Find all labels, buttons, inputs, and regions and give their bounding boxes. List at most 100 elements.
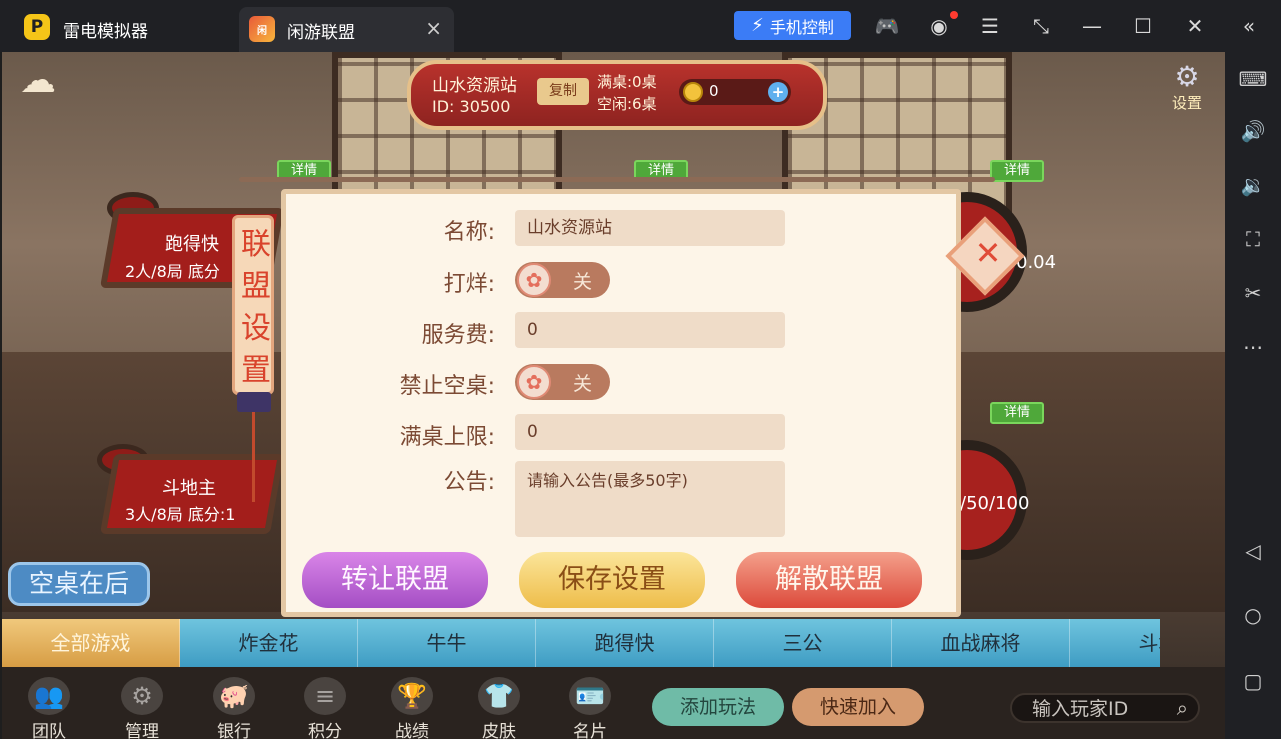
search-icon[interactable]: ⌕ <box>1177 696 1188 720</box>
coin-icon <box>683 82 703 102</box>
save-settings-button[interactable]: 保存设置 <box>519 552 705 608</box>
close-x-icon[interactable]: ✕ <box>968 233 1008 273</box>
table-info: 2人/8局 底分 <box>125 262 220 281</box>
game-viewport: ☁ 山水资源站 ID: 30500 复制 满桌:0桌 空闲:6桌 0 + ⚙ 设… <box>2 52 1225 739</box>
tables-idle-count: 空闲:6桌 <box>597 95 657 113</box>
notice-textarea[interactable]: 请输入公告(最多50字) <box>515 461 785 537</box>
add-coins-button[interactable]: + <box>768 82 788 102</box>
fullscreen-icon[interactable]: ⛶ <box>1237 224 1269 254</box>
settings-label: 设置 <box>1171 94 1202 112</box>
full-table-limit-field[interactable]: 0 <box>515 414 785 450</box>
app-tab[interactable]: 闲 闲游联盟 × <box>239 7 454 52</box>
dock-team[interactable]: 👥 团队 <box>14 677 84 739</box>
game-category-tabs: 全部游戏 炸金花 牛牛 跑得快 三公 血战麻将 斗地 <box>2 619 1160 667</box>
settings-button[interactable]: ⚙ 设置 <box>1167 60 1207 113</box>
add-play-button[interactable]: 添加玩法 <box>652 688 784 726</box>
more-icon[interactable]: ⋯ <box>1237 332 1269 362</box>
maximize-icon[interactable]: ☐ <box>1130 13 1156 39</box>
notification-dot <box>950 11 958 19</box>
player-search: ⌕ <box>1010 693 1200 723</box>
tab-title: 闲游联盟 <box>287 23 355 43</box>
dock-card[interactable]: 🪪 名片 <box>555 677 625 739</box>
modal-title: 联盟设置 <box>241 227 271 388</box>
dock-manage[interactable]: ⚙ 管理 <box>107 677 177 739</box>
coin-value: 0 <box>709 82 719 100</box>
menu-icon[interactable]: ☰ <box>977 13 1003 39</box>
empty-tables-last-button[interactable]: 空桌在后 <box>8 562 150 606</box>
scroll-cap <box>237 392 271 412</box>
emulator-titlebar: P 雷电模拟器 闲 闲游联盟 × ⚡ 手机控制 🎮 ◉ ☰ ⤡ — ☐ ✕ « <box>0 0 1281 52</box>
tab-doudizhu[interactable]: 斗地 <box>1070 619 1161 667</box>
flower-icon: ✿ <box>517 263 551 297</box>
transfer-alliance-button[interactable]: 转让联盟 <box>302 552 488 608</box>
player-id-input[interactable] <box>1032 697 1172 721</box>
close-icon[interactable]: ✕ <box>1182 13 1208 39</box>
gear-icon: ⚙ <box>1174 60 1200 93</box>
dissolve-alliance-button[interactable]: 解散联盟 <box>736 552 922 608</box>
no-empty-table-label: 禁止空桌: <box>399 374 495 399</box>
dock-label: 皮肤 <box>482 722 516 739</box>
detail-badge[interactable]: 详情 <box>990 402 1044 424</box>
back-icon[interactable]: ◁ <box>1237 536 1269 566</box>
phone-control-button[interactable]: ⚡ 手机控制 <box>734 11 851 40</box>
modal-hanging-rod <box>239 177 995 182</box>
closed-toggle-state: 关 <box>573 271 593 293</box>
dock-points[interactable]: ≡ 积分 <box>290 677 360 739</box>
scroll-tassel <box>252 412 255 502</box>
recents-icon[interactable]: ▢ <box>1237 666 1269 696</box>
dock-label: 战绩 <box>395 722 429 739</box>
piggy-bank-icon: 🐖 <box>213 677 255 715</box>
full-table-limit-label: 满桌上限: <box>399 425 495 450</box>
home-icon[interactable]: ○ <box>1237 600 1269 630</box>
keyboard-icon[interactable]: ⌨ <box>1237 64 1269 94</box>
gamepad-icon[interactable]: 🎮 <box>874 13 900 39</box>
copy-button[interactable]: 复制 <box>537 78 589 105</box>
dock-record[interactable]: 🏆 战绩 <box>377 677 447 739</box>
no-empty-table-state: 关 <box>573 373 593 395</box>
name-label: 名称: <box>443 220 495 245</box>
team-icon: 👥 <box>28 677 70 715</box>
collapse-icon[interactable]: « <box>1236 13 1262 39</box>
tab-xuezhan-mahjong[interactable]: 血战麻将 <box>892 619 1070 667</box>
table-info: 3人/8局 底分:1 <box>125 505 236 524</box>
manage-icon: ⚙ <box>121 677 163 715</box>
detail-badge[interactable]: 详情 <box>990 160 1044 182</box>
game-app-icon: 闲 <box>249 16 275 42</box>
modal-title-scroll: 联盟设置 <box>232 215 274 395</box>
tab-paodekuai[interactable]: 跑得快 <box>536 619 714 667</box>
volume-down-icon[interactable]: 🔉 <box>1237 170 1269 200</box>
scissors-icon[interactable]: ✂ <box>1237 278 1269 308</box>
coin-balance: 0 + <box>679 79 791 105</box>
tab-close-icon[interactable]: × <box>425 16 442 40</box>
shirt-icon: 👕 <box>478 677 520 715</box>
club-info-banner: 山水资源站 ID: 30500 复制 满桌:0桌 空闲:6桌 0 + <box>387 54 847 136</box>
closed-toggle[interactable]: ✿ 关 <box>515 262 610 298</box>
shrink-icon[interactable]: ⤡ <box>1028 13 1054 39</box>
tab-zhajinhua[interactable]: 炸金花 <box>180 619 358 667</box>
club-id: ID: 30500 <box>432 97 511 116</box>
dock-skin[interactable]: 👕 皮肤 <box>464 677 534 739</box>
dock-bank[interactable]: 🐖 银行 <box>199 677 269 739</box>
tab-sangong[interactable]: 三公 <box>714 619 892 667</box>
no-empty-table-toggle[interactable]: ✿ 关 <box>515 364 610 400</box>
club-name: 山水资源站 <box>432 76 517 96</box>
coins-stack-icon: ≡ <box>304 677 346 715</box>
service-fee-field[interactable]: 0 <box>515 312 785 348</box>
tab-all-games[interactable]: 全部游戏 <box>2 619 180 667</box>
dock-label: 管理 <box>125 722 159 739</box>
user-icon[interactable]: ◉ <box>926 13 952 39</box>
back-cloud-icon[interactable]: ☁ <box>20 60 100 104</box>
dock-label: 名片 <box>573 722 607 739</box>
minimize-icon[interactable]: — <box>1079 13 1105 39</box>
volume-up-icon[interactable]: 🔊 <box>1237 116 1269 146</box>
emulator-app-name: 雷电模拟器 <box>63 22 148 42</box>
emulator-sidebar: ⌨ 🔊 🔉 ⛶ ✂ ⋯ ◁ ○ ▢ <box>1225 52 1281 739</box>
lightning-icon: ⚡ <box>751 15 764 36</box>
dock-label: 团队 <box>32 722 66 739</box>
dock-label: 积分 <box>308 722 342 739</box>
tab-niuniu[interactable]: 牛牛 <box>358 619 536 667</box>
name-field[interactable]: 山水资源站 <box>515 210 785 246</box>
service-fee-label: 服务费: <box>421 323 495 348</box>
trophy-icon: 🏆 <box>391 677 433 715</box>
quick-join-button[interactable]: 快速加入 <box>792 688 924 726</box>
